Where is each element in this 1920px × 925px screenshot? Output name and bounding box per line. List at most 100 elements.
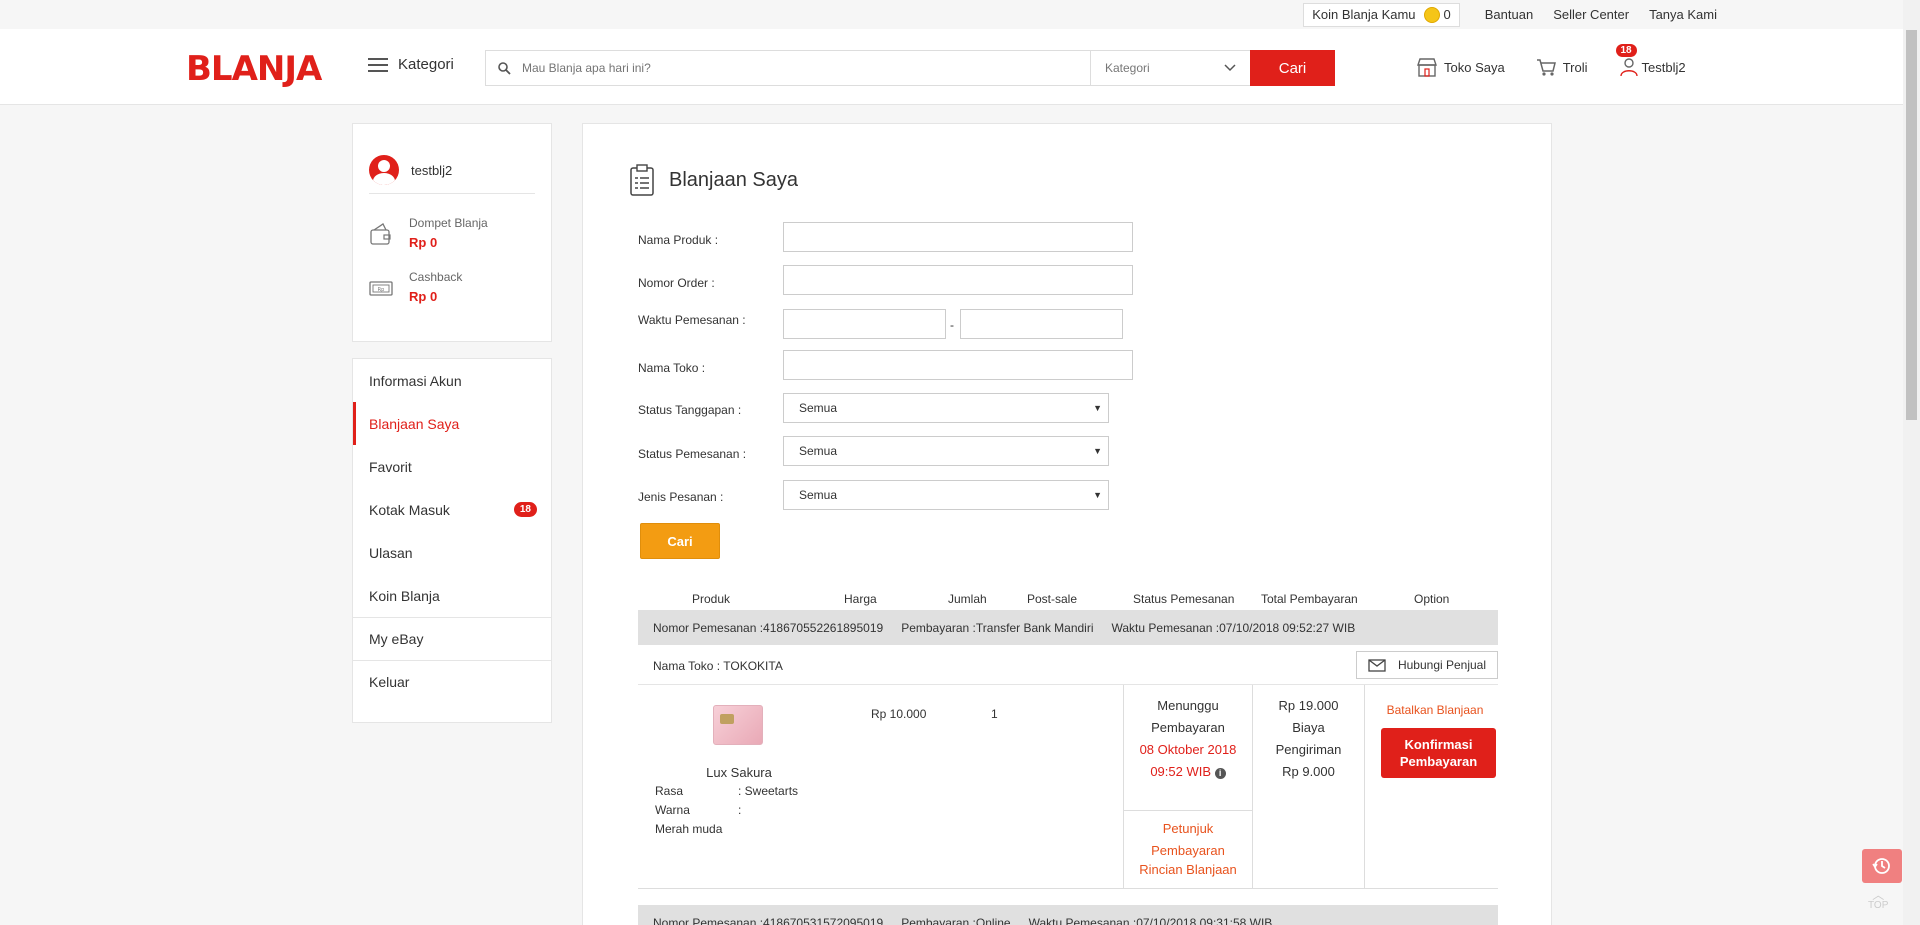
koin-value: 0 xyxy=(1443,7,1451,22)
cancel-order-link[interactable]: Batalkan Blanjaan xyxy=(1371,703,1499,717)
waktu-end-input[interactable] xyxy=(960,309,1123,339)
nama-toko-input[interactable] xyxy=(783,350,1133,380)
menu-favorit[interactable]: Favorit xyxy=(353,445,551,488)
variant-warna-label: Warna xyxy=(655,803,690,817)
wallet-icon xyxy=(370,223,391,245)
coin-icon xyxy=(1423,6,1440,23)
deadline-time-row: 09:52 WIB i xyxy=(1124,761,1252,783)
menu-my-ebay[interactable]: My eBay xyxy=(353,617,551,660)
toko-saya-label: Toko Saya xyxy=(1444,59,1505,75)
order-header: Nomor Pemesanan :418670531572095019 Pemb… xyxy=(638,905,1498,925)
back-to-top-button[interactable]: ︿ TOP xyxy=(1868,888,1889,911)
deadline-time: 09:52 WIB xyxy=(1150,764,1212,779)
caret-down-icon: ▼ xyxy=(1093,490,1102,500)
variant-rasa-label: Rasa xyxy=(655,784,684,798)
toko-saya-link[interactable]: Toko Saya xyxy=(1416,56,1505,78)
variant-warna-extra: Merah muda xyxy=(655,822,723,836)
top-utility-bar: Koin Blanja Kamu 0 Bantuan Seller Center… xyxy=(0,0,1920,29)
status-tanggapan-select[interactable]: Semua ▼ xyxy=(783,393,1109,423)
product-name[interactable]: Lux Sakura xyxy=(694,765,784,780)
filter-search-button[interactable]: Cari xyxy=(640,523,720,559)
order-payment: Pembayaran :Transfer Bank Mandiri xyxy=(901,620,1094,635)
info-icon[interactable]: i xyxy=(1214,768,1226,779)
menu-blanjaan-saya[interactable]: Blanjaan Saya xyxy=(353,402,551,445)
petunjuk-line-1: Petunjuk xyxy=(1162,821,1214,836)
nomor-order-input[interactable] xyxy=(783,265,1133,295)
waktu-pemesanan-label: Waktu Pemesanan : xyxy=(638,313,746,327)
menu-kotak-masuk[interactable]: Kotak Masuk 18 xyxy=(353,488,551,531)
col-total-pembayaran: Total Pembayaran xyxy=(1261,592,1358,606)
cashback-label: Cashback xyxy=(409,270,463,284)
contact-seller-label: Hubungi Penjual xyxy=(1397,658,1487,672)
product-image[interactable] xyxy=(713,705,763,745)
order-status: Menunggu Pembayaran 08 Oktober 2018 09:5… xyxy=(1124,695,1252,783)
avatar xyxy=(369,155,399,185)
search-category-select[interactable]: Kategori xyxy=(1090,51,1250,85)
shipping-value: Rp 9.000 xyxy=(1282,764,1335,779)
nama-produk-input[interactable] xyxy=(783,222,1133,252)
jenis-pesanan-label: Jenis Pesanan : xyxy=(638,490,724,504)
search-button[interactable]: Cari xyxy=(1250,50,1335,86)
user-menu[interactable]: 18 Testblj2 xyxy=(1615,44,1686,78)
troli-label: Troli xyxy=(1562,59,1588,75)
menu-informasi-akun[interactable]: Informasi Akun xyxy=(353,359,551,402)
search-bar: Kategori Cari xyxy=(485,50,1335,86)
jenis-pesanan-select[interactable]: Semua ▼ xyxy=(783,480,1109,510)
col-jumlah: Jumlah xyxy=(948,592,987,606)
dompet-label: Dompet Blanja xyxy=(409,216,488,230)
account-menu: Informasi Akun Blanjaan Saya Favorit Kot… xyxy=(352,358,552,723)
clipboard-icon xyxy=(630,164,654,196)
nama-toko-label: Nama Toko : xyxy=(638,361,706,375)
contact-seller-button[interactable]: Hubungi Penjual xyxy=(1356,651,1498,679)
cashback[interactable]: Rp Cashback Rp 0 xyxy=(353,270,551,304)
search-icon xyxy=(486,51,522,85)
top-label: TOP xyxy=(1868,900,1889,911)
chevron-down-icon xyxy=(1224,61,1236,75)
status-tanggapan-value: Semua xyxy=(799,401,838,415)
user-label: Testblj2 xyxy=(1641,59,1686,75)
status-line-1: Menunggu xyxy=(1157,698,1219,713)
status-pemesanan-select[interactable]: Semua ▼ xyxy=(783,436,1109,466)
order-detail-link[interactable]: Rincian Blanjaan xyxy=(1124,859,1252,881)
seller-center-link[interactable]: Seller Center xyxy=(1553,7,1629,22)
payment-guide-link[interactable]: Petunjuk Pembayaran xyxy=(1124,818,1252,862)
col-post-sale: Post-sale xyxy=(1027,592,1078,606)
history-button[interactable] xyxy=(1862,849,1902,883)
order-number: Nomor Pemesanan :418670552261895019 xyxy=(653,620,884,635)
menu-ulasan[interactable]: Ulasan xyxy=(353,531,551,574)
order-number: Nomor Pemesanan :418670531572095019 xyxy=(653,915,884,925)
col-status-pemesanan: Status Pemesanan xyxy=(1133,592,1235,606)
koin-blanja-box[interactable]: Koin Blanja Kamu 0 xyxy=(1303,2,1460,27)
username: testblj2 xyxy=(411,162,453,178)
waktu-start-input[interactable] xyxy=(783,309,946,339)
nomor-order-label: Nomor Order : xyxy=(638,276,715,290)
total-value: Rp 19.000 xyxy=(1278,698,1339,713)
menu-koin-blanja[interactable]: Koin Blanja xyxy=(353,574,551,617)
date-range-dash: - xyxy=(950,318,954,332)
troli-link[interactable]: Troli xyxy=(1535,56,1588,78)
blanja-logo[interactable]: BLANJA xyxy=(186,49,322,89)
user-profile[interactable]: testblj2 xyxy=(369,124,535,194)
chevron-up-icon: ︿ xyxy=(1872,888,1885,902)
jenis-pesanan-value: Semua xyxy=(799,488,838,502)
confirm-payment-button[interactable]: Konfirmasi Pembayaran xyxy=(1381,728,1496,778)
dompet-blanja[interactable]: Dompet Blanja Rp 0 xyxy=(353,216,551,250)
menu-keluar[interactable]: Keluar xyxy=(353,660,551,703)
kotak-masuk-badge: 18 xyxy=(513,502,537,517)
caret-down-icon: ▼ xyxy=(1093,403,1102,413)
kategori-menu[interactable]: Kategori xyxy=(368,56,454,73)
main-content: Blanjaan Saya Nama Produk : Nomor Order … xyxy=(582,123,1552,925)
bantuan-link[interactable]: Bantuan xyxy=(1485,7,1533,22)
status-divider xyxy=(1124,810,1252,811)
notification-badge: 18 xyxy=(1615,44,1637,57)
tanya-kami-link[interactable]: Tanya Kami xyxy=(1649,7,1717,22)
shipping-label-1: Biaya xyxy=(1292,720,1325,735)
shop-row: Nama Toko : TOKOKITA Hubungi Penjual xyxy=(638,647,1498,685)
dompet-value: Rp 0 xyxy=(409,235,438,250)
account-summary-card: testblj2 Dompet Blanja Rp 0 Rp Cashback … xyxy=(352,123,552,342)
total-payment: Rp 19.000 Biaya Pengiriman Rp 9.000 xyxy=(1253,695,1364,783)
nama-produk-label: Nama Produk : xyxy=(638,233,719,247)
search-input[interactable] xyxy=(522,51,1090,85)
page-scrollbar[interactable] xyxy=(1903,0,1920,925)
scrollbar-thumb[interactable] xyxy=(1906,30,1917,420)
